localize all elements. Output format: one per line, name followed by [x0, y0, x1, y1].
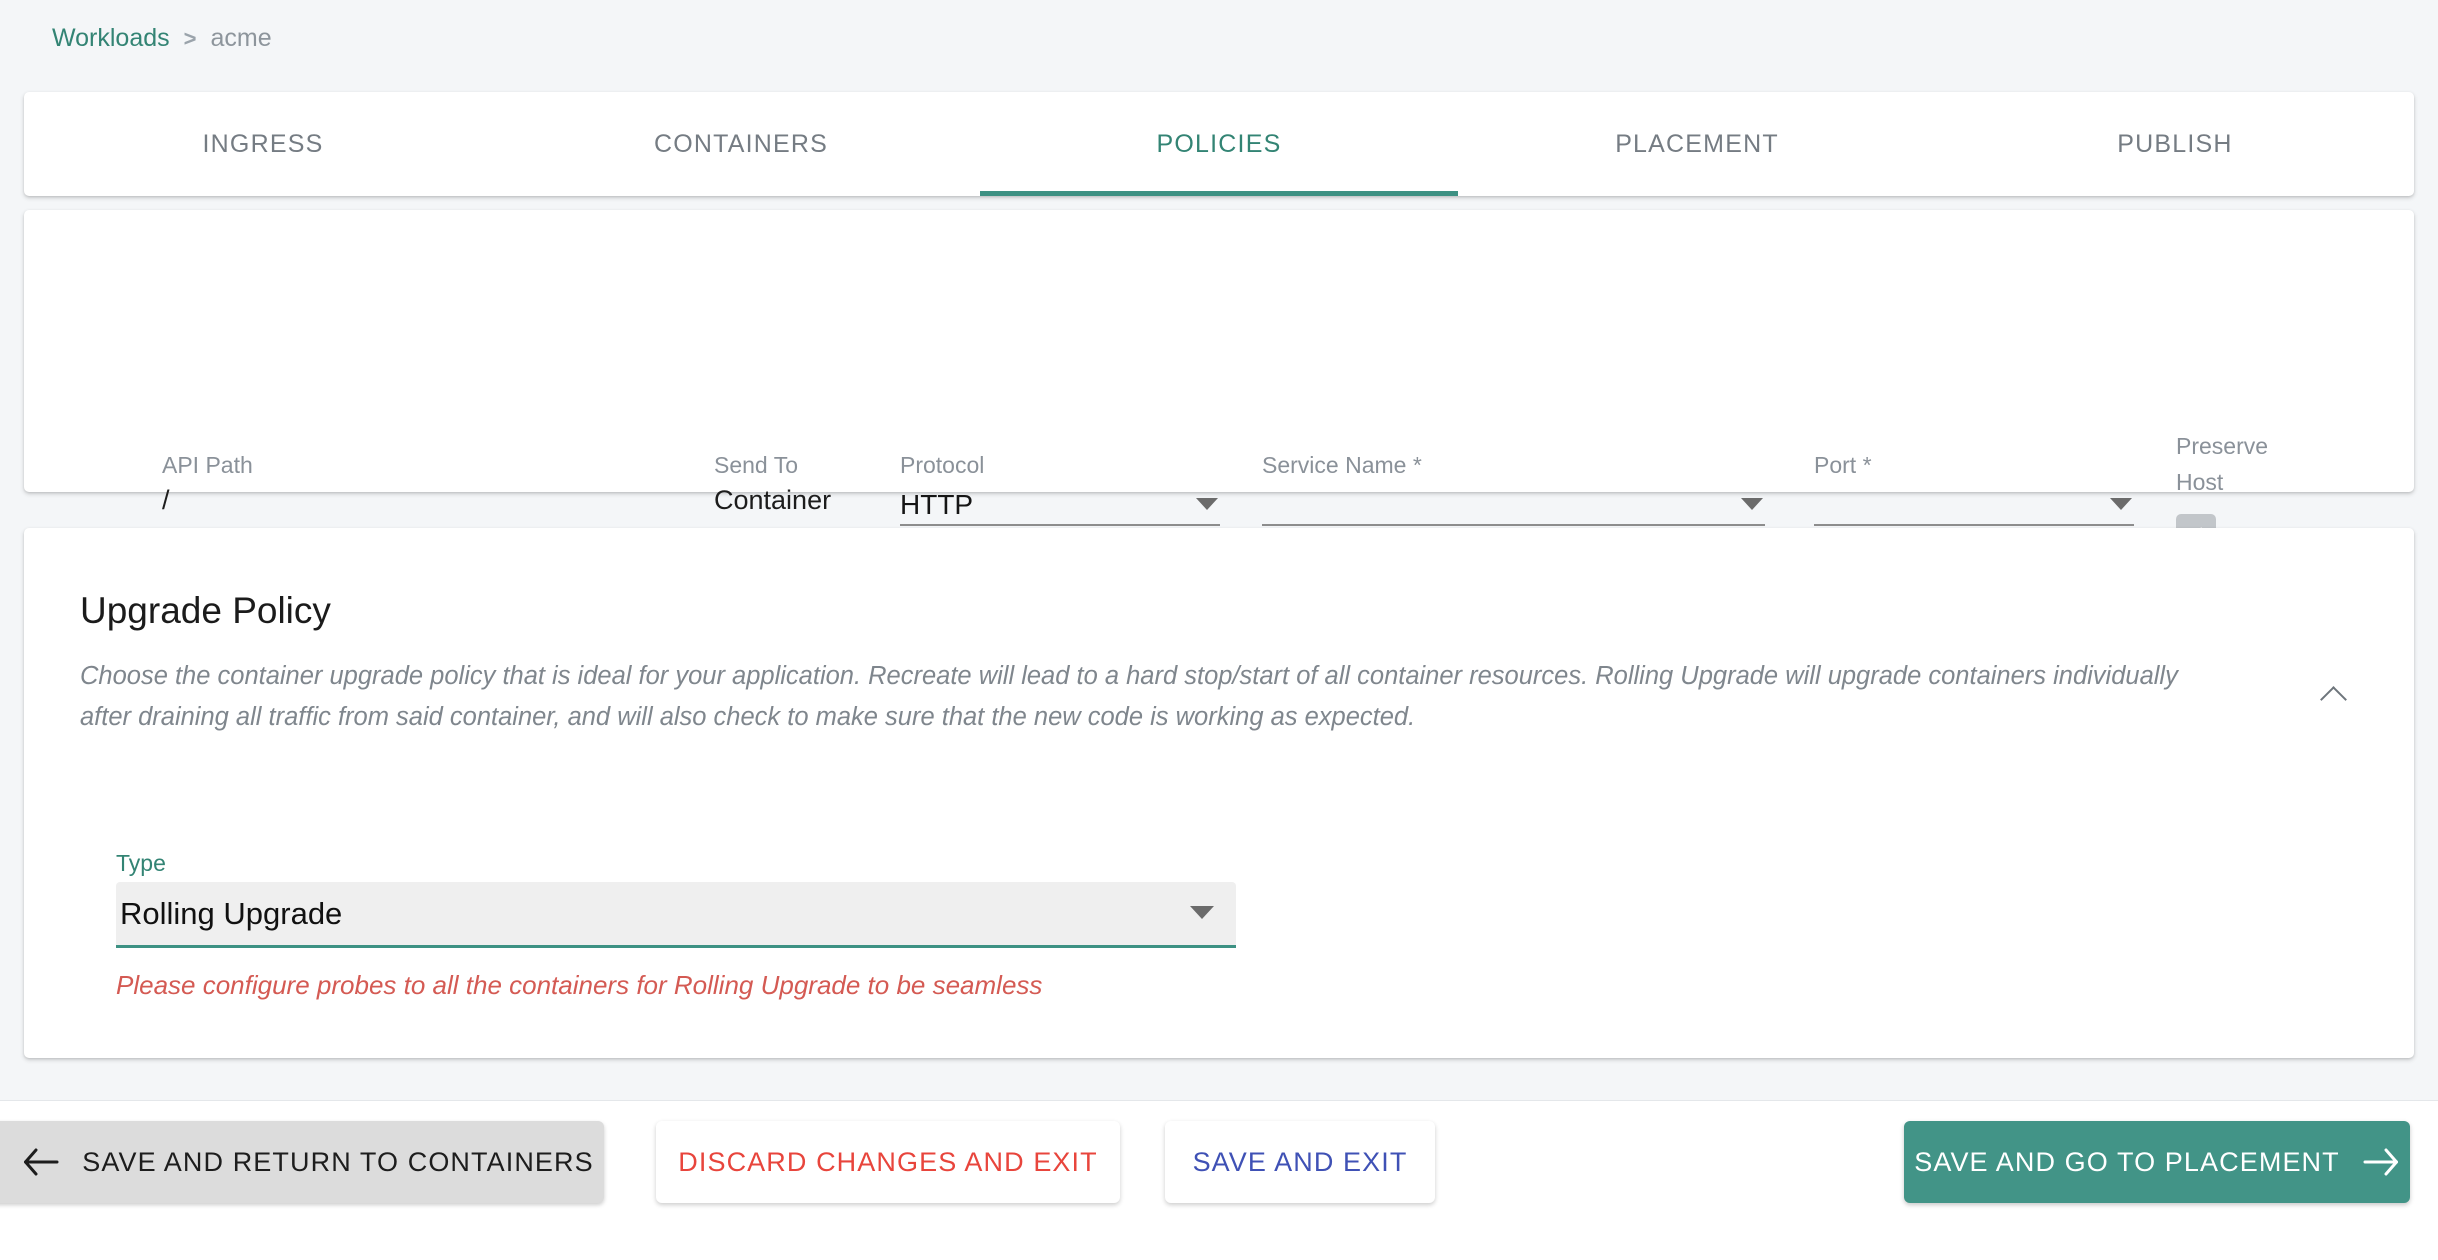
collapse-section-button[interactable] — [2310, 670, 2358, 718]
save-and-return-to-containers-button[interactable]: SAVE AND RETURN TO CONTAINERS — [0, 1121, 604, 1203]
chevron-up-icon — [2322, 682, 2346, 706]
port-label: Port * — [1814, 452, 1872, 478]
breadcrumb-current-acme: acme — [210, 24, 272, 52]
api-path-value[interactable]: / — [162, 480, 253, 520]
tab-bar: INGRESS CONTAINERS POLICIES PLACEMENT PU… — [24, 92, 2414, 196]
chevron-down-icon — [2110, 498, 2132, 510]
protocol-value: HTTP — [900, 489, 974, 520]
tab-policies[interactable]: POLICIES — [980, 92, 1458, 196]
field-api-path: API Path / — [162, 450, 253, 520]
discard-changes-and-exit-button[interactable]: DISCARD CHANGES AND EXIT — [656, 1121, 1120, 1203]
api-path-label: API Path — [162, 452, 253, 478]
upgrade-policy-card: Upgrade Policy Choose the container upgr… — [24, 528, 2414, 1058]
upgrade-type-value: Rolling Upgrade — [120, 895, 343, 931]
save-and-return-to-containers-label: SAVE AND RETURN TO CONTAINERS — [82, 1146, 594, 1177]
service-name-label: Service Name * — [1262, 452, 1422, 478]
tab-ingress-label: INGRESS — [202, 129, 324, 158]
breadcrumb-separator-icon: > — [183, 25, 197, 51]
chevron-down-icon — [1196, 498, 1218, 510]
field-protocol: Protocol HTTP — [900, 450, 1220, 526]
tab-publish-label: PUBLISH — [2117, 129, 2233, 158]
field-port: Port * — [1814, 450, 2134, 526]
upgrade-policy-title: Upgrade Policy — [80, 590, 331, 631]
upgrade-type-error-message: Please configure probes to all the conta… — [116, 970, 1043, 1000]
protocol-select[interactable]: HTTP — [900, 480, 1220, 526]
preserve-host-label-line2: Host — [2176, 469, 2224, 495]
chevron-down-icon — [1190, 906, 1214, 919]
tab-placement[interactable]: PLACEMENT — [1458, 92, 1936, 196]
port-select[interactable] — [1814, 480, 2134, 526]
tab-ingress[interactable]: INGRESS — [24, 92, 502, 196]
tab-publish[interactable]: PUBLISH — [1936, 92, 2414, 196]
save-and-go-to-placement-button[interactable]: SAVE AND GO TO PLACEMENT — [1904, 1121, 2410, 1203]
save-and-exit-button[interactable]: SAVE AND EXIT — [1165, 1121, 1435, 1203]
tab-containers[interactable]: CONTAINERS — [502, 92, 980, 196]
field-send-to: Send To Container — [714, 450, 831, 520]
chevron-down-icon — [1741, 498, 1763, 510]
breadcrumb: Workloads > acme — [52, 24, 272, 53]
discard-changes-and-exit-label: DISCARD CHANGES AND EXIT — [678, 1146, 1098, 1177]
service-name-select[interactable] — [1262, 480, 1765, 526]
tab-containers-label: CONTAINERS — [653, 129, 829, 158]
field-upgrade-type: Type Rolling Upgrade Please configure pr… — [116, 848, 1236, 1002]
save-and-go-to-placement-label: SAVE AND GO TO PLACEMENT — [1914, 1146, 2340, 1177]
send-to-value: Container — [714, 485, 832, 515]
protocol-label: Protocol — [900, 452, 985, 478]
breadcrumb-link-workloads[interactable]: Workloads — [52, 24, 170, 53]
save-and-exit-label: SAVE AND EXIT — [1192, 1146, 1408, 1177]
upgrade-type-select[interactable]: Rolling Upgrade — [116, 882, 1236, 948]
tab-policies-label: POLICIES — [1156, 129, 1282, 158]
page-root: Workloads > acme INGRESS CONTAINERS POLI… — [0, 0, 2438, 1260]
field-service-name: Service Name * — [1262, 450, 1765, 526]
arrow-right-icon — [2362, 1147, 2400, 1177]
tab-placement-label: PLACEMENT — [1615, 129, 1779, 158]
footer-action-bar: SAVE AND RETURN TO CONTAINERS DISCARD CH… — [0, 1100, 2438, 1260]
ingress-rule-card: API Path / Send To Container Protocol HT… — [24, 210, 2414, 554]
upgrade-policy-description: Choose the container upgrade policy that… — [80, 662, 2178, 731]
arrow-left-icon — [22, 1147, 60, 1177]
send-to-label: Send To — [714, 452, 798, 478]
upgrade-type-label: Type — [116, 850, 166, 876]
preserve-host-label-line1: Preserve — [2176, 433, 2269, 459]
